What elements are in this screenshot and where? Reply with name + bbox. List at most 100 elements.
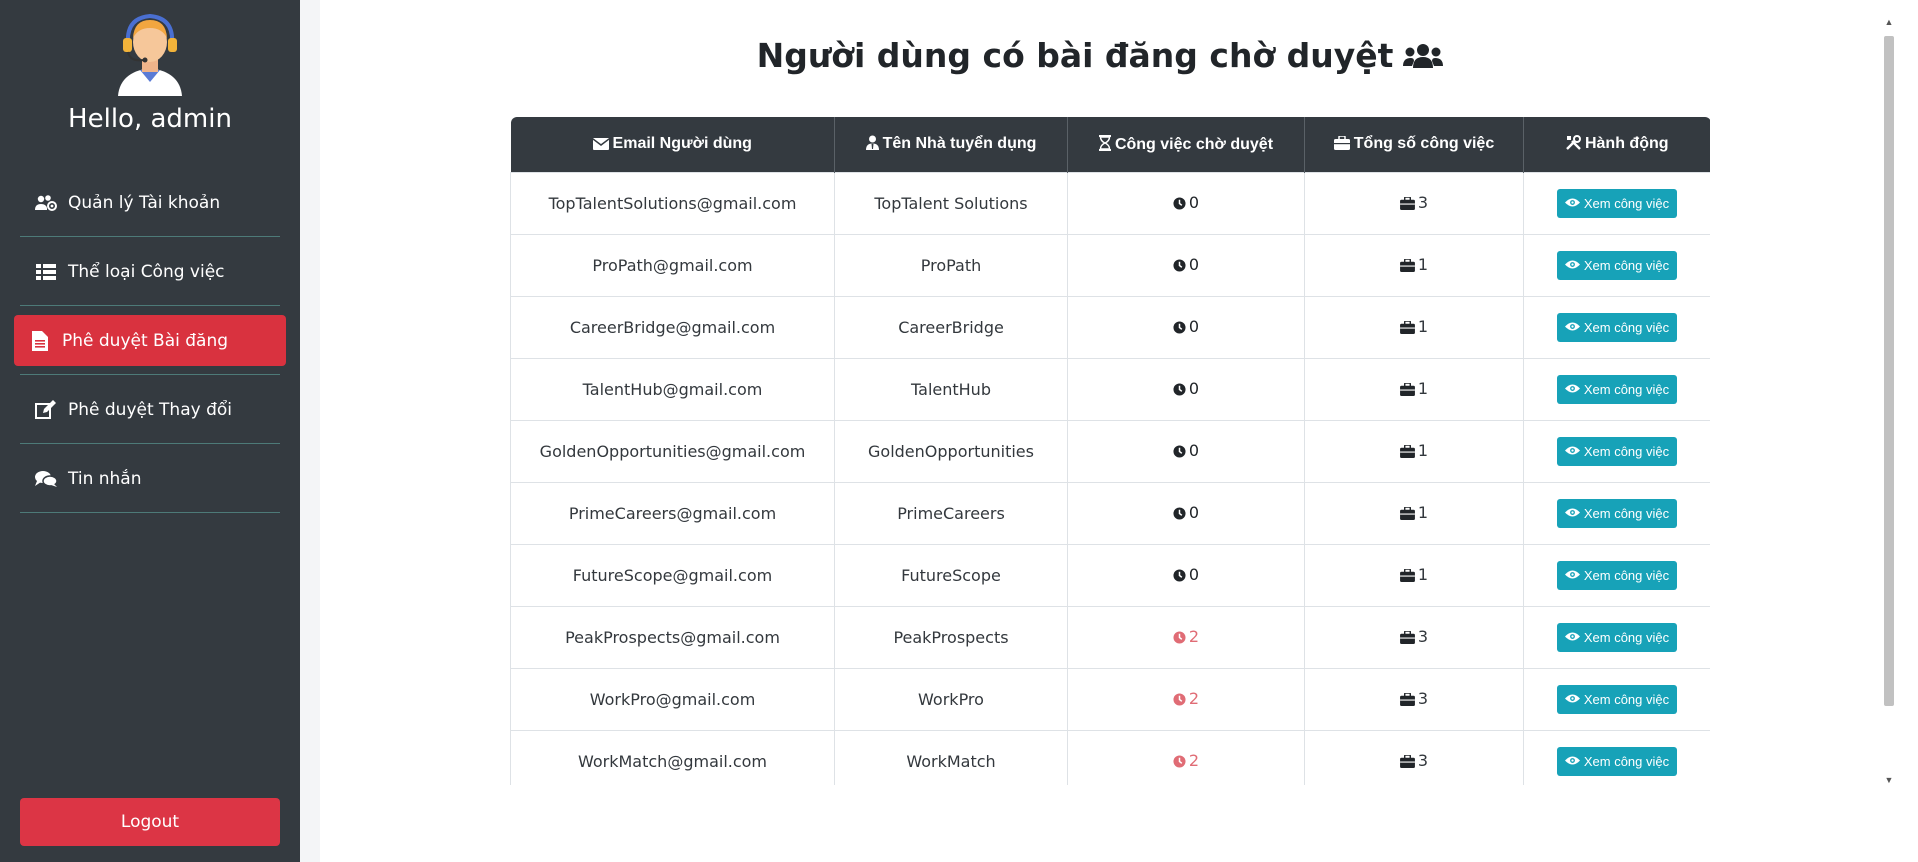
briefcase-icon <box>1399 691 1415 710</box>
briefcase-icon <box>1399 195 1415 214</box>
actions-cell: Xem công việc <box>1523 605 1710 669</box>
view-jobs-button[interactable]: Xem công việc <box>1556 436 1678 466</box>
file-icon <box>28 330 52 351</box>
view-jobs-label: Xem công việc <box>1583 567 1670 583</box>
total-count: 1 <box>1417 440 1429 460</box>
total-count: 1 <box>1417 254 1429 274</box>
view-jobs-label: Xem công việc <box>1583 195 1670 211</box>
users-table-container[interactable]: Email Người dùng Tên Nhà tuyển dụng Công… <box>510 117 1710 785</box>
actions-cell: Xem công việc <box>1523 357 1710 421</box>
content-divider <box>300 0 320 862</box>
pending-count: 0 <box>1188 564 1200 584</box>
app-root: Hello, admin Quản lý Tài khoản Thể loại … <box>0 0 1918 862</box>
users-icon <box>1403 43 1444 68</box>
view-jobs-button[interactable]: Xem công việc <box>1556 746 1678 776</box>
column-header-email: Email Người dùng <box>510 117 835 172</box>
scroll-up-arrow-icon[interactable]: ▲ <box>1883 16 1895 28</box>
view-jobs-label: Xem công việc <box>1583 505 1670 521</box>
total-count: 3 <box>1417 192 1429 212</box>
view-jobs-label: Xem công việc <box>1583 443 1670 459</box>
briefcase-icon <box>1399 381 1415 400</box>
logout-button[interactable]: Logout <box>20 798 280 846</box>
briefcase-icon <box>1399 753 1415 772</box>
view-jobs-label: Xem công việc <box>1583 629 1670 645</box>
employer-name-cell: GoldenOpportunities <box>834 419 1068 483</box>
actions-cell: Xem công việc <box>1523 233 1710 297</box>
column-header-label: Công việc chờ duyệt <box>1114 135 1274 153</box>
pending-count: 0 <box>1188 192 1200 212</box>
employer-name-cell: TopTalent Solutions <box>834 171 1068 235</box>
total-count: 3 <box>1417 750 1429 770</box>
list-icon <box>34 262 58 282</box>
view-jobs-button[interactable]: Xem công việc <box>1556 560 1678 590</box>
view-jobs-button[interactable]: Xem công việc <box>1556 312 1678 342</box>
column-header-label: Tên Nhà tuyển dụng <box>882 135 1037 153</box>
total-count: 3 <box>1417 688 1429 708</box>
envelope-icon <box>592 138 609 151</box>
employer-name-cell: PrimeCareers <box>834 481 1068 545</box>
scroll-thumb[interactable] <box>1884 36 1894 706</box>
email-cell: CareerBridge@gmail.com <box>510 295 835 359</box>
table-body: TopTalentSolutions@gmail.com TopTalent S… <box>510 171 1710 785</box>
table-row: ProPath@gmail.com ProPath 0 1 Xem công v… <box>510 233 1710 297</box>
view-jobs-button[interactable]: Xem công việc <box>1556 498 1678 528</box>
page-title-text: Người dùng có bài đăng chờ duyệt <box>756 36 1394 75</box>
clock-icon <box>1173 691 1186 710</box>
user-tie-icon <box>865 135 879 151</box>
table-row: WorkPro@gmail.com WorkPro 2 3 Xem công v… <box>510 667 1710 731</box>
eye-icon <box>1564 630 1580 645</box>
total-count: 1 <box>1417 502 1429 522</box>
total-jobs-cell: 1 <box>1304 419 1524 483</box>
view-jobs-button[interactable]: Xem công việc <box>1556 188 1678 218</box>
clock-icon <box>1173 319 1186 338</box>
vertical-scrollbar[interactable]: ▲ ▼ <box>1880 16 1898 786</box>
clock-icon <box>1173 381 1186 400</box>
pending-jobs-cell: 2 <box>1067 605 1305 669</box>
total-jobs-cell: 1 <box>1304 481 1524 545</box>
pending-count: 2 <box>1188 626 1200 646</box>
view-jobs-button[interactable]: Xem công việc <box>1556 374 1678 404</box>
table-row: GoldenOpportunities@gmail.com GoldenOppo… <box>510 419 1710 483</box>
view-jobs-label: Xem công việc <box>1583 381 1670 397</box>
sidebar-item-approve-changes[interactable]: Phê duyệt Thay đổi <box>14 375 286 444</box>
total-count: 1 <box>1417 564 1429 584</box>
page-title: Người dùng có bài đăng chờ duyệt <box>300 36 1900 75</box>
admin-avatar <box>118 13 182 96</box>
sidebar-item-approve-posts[interactable]: Phê duyệt Bài đăng <box>14 306 286 375</box>
view-jobs-button[interactable]: Xem công việc <box>1556 250 1678 280</box>
scroll-down-arrow-icon[interactable]: ▼ <box>1883 774 1895 786</box>
email-cell: FutureScope@gmail.com <box>510 543 835 607</box>
actions-cell: Xem công việc <box>1523 295 1710 359</box>
table-row: TopTalentSolutions@gmail.com TopTalent S… <box>510 171 1710 235</box>
total-count: 1 <box>1417 378 1429 398</box>
employer-name-cell: FutureScope <box>834 543 1068 607</box>
total-jobs-cell: 1 <box>1304 543 1524 607</box>
pending-jobs-cell: 0 <box>1067 543 1305 607</box>
email-cell: WorkMatch@gmail.com <box>510 729 835 785</box>
pending-jobs-cell: 0 <box>1067 233 1305 297</box>
sidebar-item-messages[interactable]: Tin nhắn <box>14 444 286 513</box>
sidebar-item-account-management[interactable]: Quản lý Tài khoản <box>14 168 286 237</box>
sidebar-item-label: Tin nhắn <box>68 468 142 489</box>
sidebar-item-job-categories[interactable]: Thể loại Công việc <box>14 237 286 306</box>
briefcase-icon <box>1399 505 1415 524</box>
actions-cell: Xem công việc <box>1523 171 1710 235</box>
total-jobs-cell: 3 <box>1304 729 1524 785</box>
pending-count: 0 <box>1188 254 1200 274</box>
eye-icon <box>1564 320 1580 335</box>
comments-icon <box>34 469 58 489</box>
view-jobs-label: Xem công việc <box>1583 753 1670 769</box>
view-jobs-button[interactable]: Xem công việc <box>1556 684 1678 714</box>
briefcase-icon <box>1399 257 1415 276</box>
column-header-employer: Tên Nhà tuyển dụng <box>834 117 1068 172</box>
eye-icon <box>1564 258 1580 273</box>
employer-name-cell: ProPath <box>834 233 1068 297</box>
total-jobs-cell: 1 <box>1304 357 1524 421</box>
eye-icon <box>1564 196 1580 211</box>
tools-icon <box>1566 135 1581 151</box>
users-cog-icon <box>34 193 58 213</box>
briefcase-icon <box>1333 136 1350 151</box>
email-cell: PrimeCareers@gmail.com <box>510 481 835 545</box>
view-jobs-button[interactable]: Xem công việc <box>1556 622 1678 652</box>
briefcase-icon <box>1399 567 1415 586</box>
